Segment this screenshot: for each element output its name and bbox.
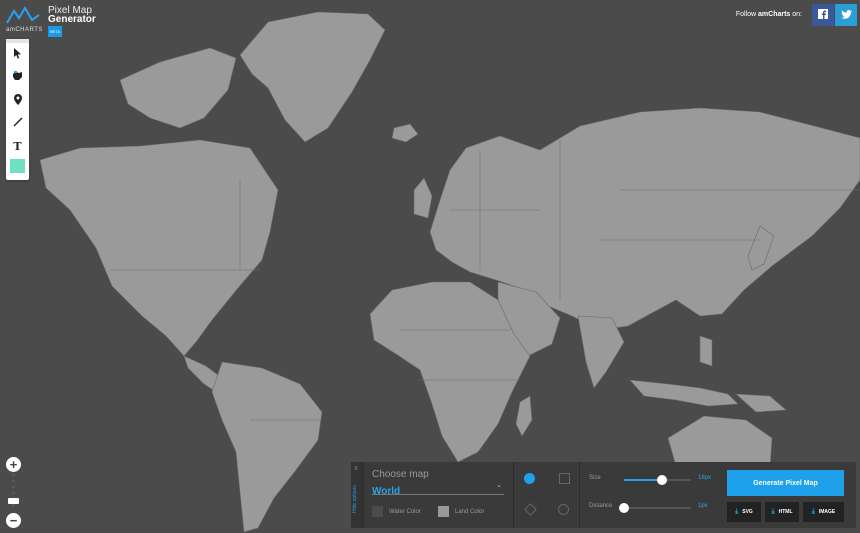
land-color-swatch[interactable] [438, 506, 449, 517]
united-kingdom [413, 177, 433, 219]
land-color-picker[interactable]: Land Color [438, 506, 484, 517]
follow-brand: amCharts [758, 11, 791, 18]
continents [39, 11, 860, 533]
download-svg-label: SVG [742, 509, 753, 515]
pin-icon [13, 93, 22, 108]
land-color-label: Land Color [455, 508, 485, 515]
divider [579, 462, 580, 528]
map-select[interactable]: World ⌄ [372, 481, 504, 497]
download-icon: ⤓ [771, 508, 775, 515]
twitter-icon [840, 6, 852, 24]
size-value: 16px [698, 475, 712, 481]
app-title-line2: Generator [48, 14, 96, 25]
app-logo[interactable]: amCHARTS Pixel Map Generator BETA [6, 6, 96, 37]
line-icon [13, 117, 23, 130]
facebook-icon [818, 6, 828, 24]
square-shape-option[interactable] [559, 473, 570, 484]
download-svg-button[interactable]: ⤓ SVG [727, 502, 761, 522]
water-color-label: Water Color [389, 508, 421, 515]
land-brush-tool[interactable] [6, 66, 29, 89]
tool-palette: T [6, 39, 29, 180]
pointer-icon [13, 47, 22, 62]
world-map[interactable] [0, 0, 860, 533]
pointer-tool[interactable] [6, 43, 29, 66]
download-html-label: HTML [778, 509, 793, 515]
new-guinea [735, 393, 787, 413]
size-slider-fill [624, 479, 662, 481]
download-image-button[interactable]: ⤓ IMAGE [803, 502, 844, 522]
download-icon: ⤓ [811, 508, 815, 515]
circle-shape-option[interactable] [524, 473, 535, 484]
size-label: Size [589, 475, 601, 481]
text-icon: T [13, 140, 22, 153]
madagascar [515, 395, 533, 437]
philippines [699, 335, 713, 367]
divider [513, 462, 514, 528]
pin-tool[interactable] [6, 89, 29, 112]
size-slider[interactable] [624, 475, 691, 485]
water-color-swatch[interactable] [372, 506, 383, 517]
twitter-button[interactable] [835, 4, 857, 26]
beta-badge: BETA [48, 26, 63, 37]
text-tool[interactable]: T [6, 135, 29, 158]
follow-text: Follow amCharts on: [736, 11, 802, 18]
follow-suffix: on: [790, 11, 802, 18]
map-select-value: World [372, 486, 401, 497]
line-tool[interactable] [6, 112, 29, 135]
zoom-out-button[interactable]: − [6, 513, 21, 528]
greenland [239, 11, 386, 143]
app-title: Pixel Map Generator BETA [48, 6, 96, 37]
generate-pixel-map-button[interactable]: Generate Pixel Map [727, 470, 844, 496]
hide-options-label: Hide options [352, 485, 358, 513]
north-america [39, 139, 279, 357]
land-brush-icon [12, 71, 23, 84]
facebook-button[interactable] [812, 4, 834, 26]
diamond-shape-option[interactable] [524, 503, 537, 516]
zoom-in-button[interactable]: + [6, 457, 21, 472]
distance-slider-knob[interactable] [619, 503, 629, 513]
south-america [211, 361, 323, 533]
follow-prefix: Follow [735, 11, 759, 18]
collapse-icon: ≡ [354, 466, 358, 472]
arctic-islands [119, 47, 237, 129]
water-color-picker[interactable]: Water Color [372, 506, 421, 517]
brand-name: amCHARTS [6, 27, 43, 33]
amcharts-logo: amCHARTS [6, 6, 43, 36]
zoom-slider-track[interactable] [12, 474, 15, 510]
hide-options-toggle[interactable]: ≡ Hide options [351, 462, 364, 528]
zoom-slider-handle[interactable] [8, 498, 19, 504]
chevron-down-icon: ⌄ [496, 482, 502, 489]
distance-label: Distance [589, 503, 613, 509]
choose-map-label: Choose map [372, 469, 429, 480]
distance-value: 1px [698, 503, 708, 509]
hollow-circle-shape-option[interactable] [558, 504, 569, 515]
indonesia [629, 379, 739, 407]
download-icon: ⤓ [735, 508, 739, 515]
distance-slider[interactable] [619, 503, 691, 513]
eurasia [429, 107, 860, 331]
color-swatch[interactable] [10, 159, 25, 173]
options-panel: ≡ Hide options Choose map World ⌄ Water … [351, 462, 856, 528]
download-html-button[interactable]: ⤓ HTML [765, 502, 799, 522]
download-image-label: IMAGE [818, 509, 836, 515]
iceland [391, 123, 419, 143]
size-slider-knob[interactable] [656, 475, 667, 485]
